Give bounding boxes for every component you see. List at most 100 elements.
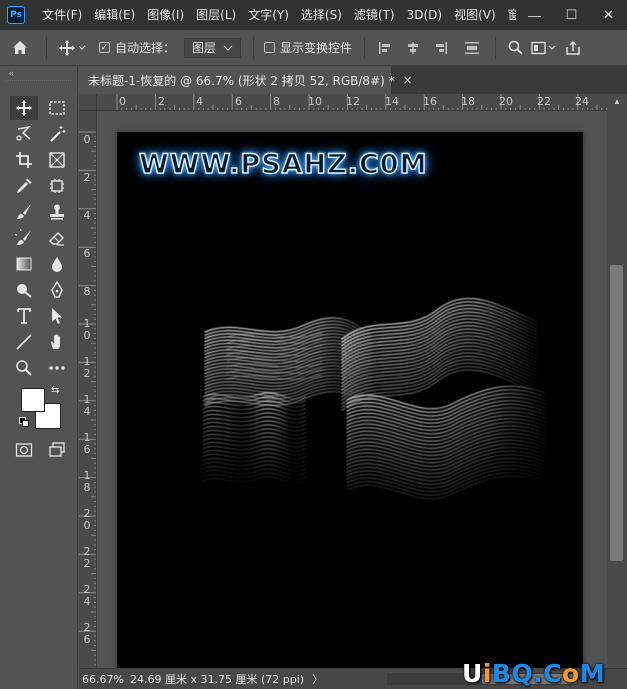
auto-select-checkbox[interactable]: ✓ (99, 42, 110, 53)
arrow-cursor-icon (52, 308, 62, 324)
zoom-level-field[interactable]: 66.67% (79, 673, 127, 686)
color-swatches: ⇆ (18, 384, 66, 432)
home-icon[interactable] (0, 39, 40, 57)
horizontal-ruler[interactable]: 0 2 4 6 8 10 12 14 16 18 20 22 24 (97, 94, 607, 111)
menu-edit[interactable]: 编辑(E) (88, 0, 141, 30)
menu-view[interactable]: 视图(V) (448, 0, 502, 30)
ruler-v-label: 10 (83, 317, 91, 342)
close-tab-icon[interactable]: × (403, 73, 413, 87)
ruler-h-label: 12 (346, 95, 360, 108)
menu-bar: Ps 文件(F) 编辑(E) 图像(I) 图层(L) 文字(Y) 选择(S) 滤… (0, 0, 627, 30)
minimize-button[interactable]: — (516, 0, 553, 30)
menu-filter[interactable]: 滤镜(T) (348, 0, 401, 30)
dodge-icon (17, 284, 32, 298)
ruler-v-label: 0 (83, 133, 91, 146)
ruler-h-label: 14 (385, 95, 399, 108)
gradient-tool[interactable] (10, 252, 38, 276)
ruler-h-label: 4 (196, 95, 203, 108)
document-canvas[interactable]: WWW.PSAHZ.C0M (117, 132, 583, 668)
eyedropper-tool[interactable] (10, 174, 38, 198)
default-colors-icon[interactable] (19, 417, 29, 427)
more-tools[interactable] (43, 356, 71, 380)
watermark-letter: U (462, 659, 483, 688)
quick-mask-tool[interactable] (10, 438, 38, 462)
eraser-tool[interactable] (43, 226, 71, 250)
blur-tool[interactable] (43, 252, 71, 276)
menu-select[interactable]: 选择(S) (295, 0, 348, 30)
menu-type[interactable]: 文字(Y) (242, 0, 295, 30)
align-left-icon[interactable] (371, 41, 399, 55)
type-tool[interactable] (10, 304, 38, 328)
window-controls: — ☐ ✕ (516, 0, 627, 30)
watermark-letter: o (562, 659, 580, 688)
hand-icon (50, 334, 60, 349)
wave-stroke (346, 475, 548, 500)
watermark-letter: M (579, 659, 606, 688)
layer-select-dropdown[interactable]: 图层 (184, 37, 242, 58)
lasso-tool[interactable] (10, 122, 38, 146)
photoshop-logo-icon[interactable]: Ps (7, 6, 25, 24)
menu-layer[interactable]: 图层(L) (190, 0, 242, 30)
crop-tool[interactable] (10, 148, 38, 172)
ruler-h-label: 24 (575, 95, 589, 108)
hand-tool[interactable] (43, 330, 71, 354)
show-transform-checkbox[interactable] (264, 42, 276, 53)
spot-heal-tool[interactable] (43, 174, 71, 198)
close-button[interactable]: ✕ (590, 0, 627, 30)
align-center-icon[interactable] (399, 41, 427, 55)
status-menu-arrow-icon[interactable]: 〉 (312, 671, 323, 687)
watermark-letter: i (482, 659, 492, 688)
options-bar: ✓ 自动选择： 图层 显示变换控件 (0, 30, 627, 66)
align-right-icon[interactable] (427, 41, 455, 55)
dodge-tool[interactable] (10, 278, 38, 302)
separator (46, 36, 47, 59)
brush-icon (17, 204, 31, 219)
pen-tool[interactable] (43, 278, 71, 302)
magic-wand-tool[interactable] (43, 122, 71, 146)
ruler-h-label: 2 (158, 95, 165, 108)
document-tab[interactable]: 未标题-1-恢复的 @ 66.7% (形状 2 拷贝 52, RGB/8#) *… (79, 66, 413, 94)
move-icon (16, 100, 32, 116)
vertical-scrollbar-thumb[interactable] (610, 265, 623, 561)
swap-colors-icon[interactable]: ⇆ (51, 385, 59, 396)
toolbar-grip[interactable] (6, 80, 71, 86)
more-dots-icon (49, 366, 65, 370)
vertical-ruler[interactable]: 0 2 4 6 8 10 12 14 16 18 20 22 24 26 (79, 111, 97, 668)
canvas-area[interactable]: WWW.PSAHZ.C0M (97, 111, 607, 668)
brush-tool[interactable] (10, 200, 38, 224)
show-transform-option[interactable]: 显示变换控件 (264, 39, 352, 56)
menu-file[interactable]: 文件(F) (36, 0, 88, 30)
marquee-tool[interactable] (43, 96, 71, 120)
magic-wand-icon (50, 126, 66, 142)
history-brush-tool[interactable] (10, 226, 38, 250)
move-tool-preset-icon[interactable] (53, 39, 93, 57)
menu-image[interactable]: 图像(I) (141, 0, 190, 30)
share-icon[interactable] (560, 40, 586, 56)
ruler-v-label: 16 (83, 431, 91, 456)
scroll-up-icon[interactable]: ▲ (607, 94, 627, 108)
foreground-color-swatch[interactable] (21, 388, 45, 412)
frame-tool[interactable] (43, 148, 71, 172)
stamp-tool[interactable] (43, 200, 71, 224)
ruler-h-label: 0 (119, 95, 126, 108)
rectangle-marquee-icon (49, 101, 65, 115)
auto-select-option[interactable]: ✓ 自动选择： (99, 39, 175, 56)
screen-mode-tool[interactable] (43, 438, 71, 462)
line-tool[interactable] (10, 330, 38, 354)
toolbar-collapse-icon[interactable]: « (0, 66, 77, 80)
search-icon[interactable] (502, 40, 528, 55)
maximize-button[interactable]: ☐ (553, 0, 590, 30)
zoom-tool[interactable] (10, 356, 38, 380)
workspace-icon[interactable] (528, 41, 560, 55)
move-tool[interactable] (10, 96, 38, 120)
distribute-icon[interactable] (455, 41, 489, 55)
ruler-h-label: 16 (423, 95, 437, 108)
ruler-v-label: 24 (83, 583, 91, 608)
ruler-h-label: 22 (537, 95, 551, 108)
ruler-origin[interactable] (79, 94, 97, 111)
path-select-tool[interactable] (43, 304, 71, 328)
vertical-scrollbar[interactable]: ▲ (607, 94, 627, 668)
bandage-icon (50, 179, 64, 193)
pen-nib-icon (51, 281, 63, 298)
menu-3d[interactable]: 3D(D) (401, 0, 448, 30)
